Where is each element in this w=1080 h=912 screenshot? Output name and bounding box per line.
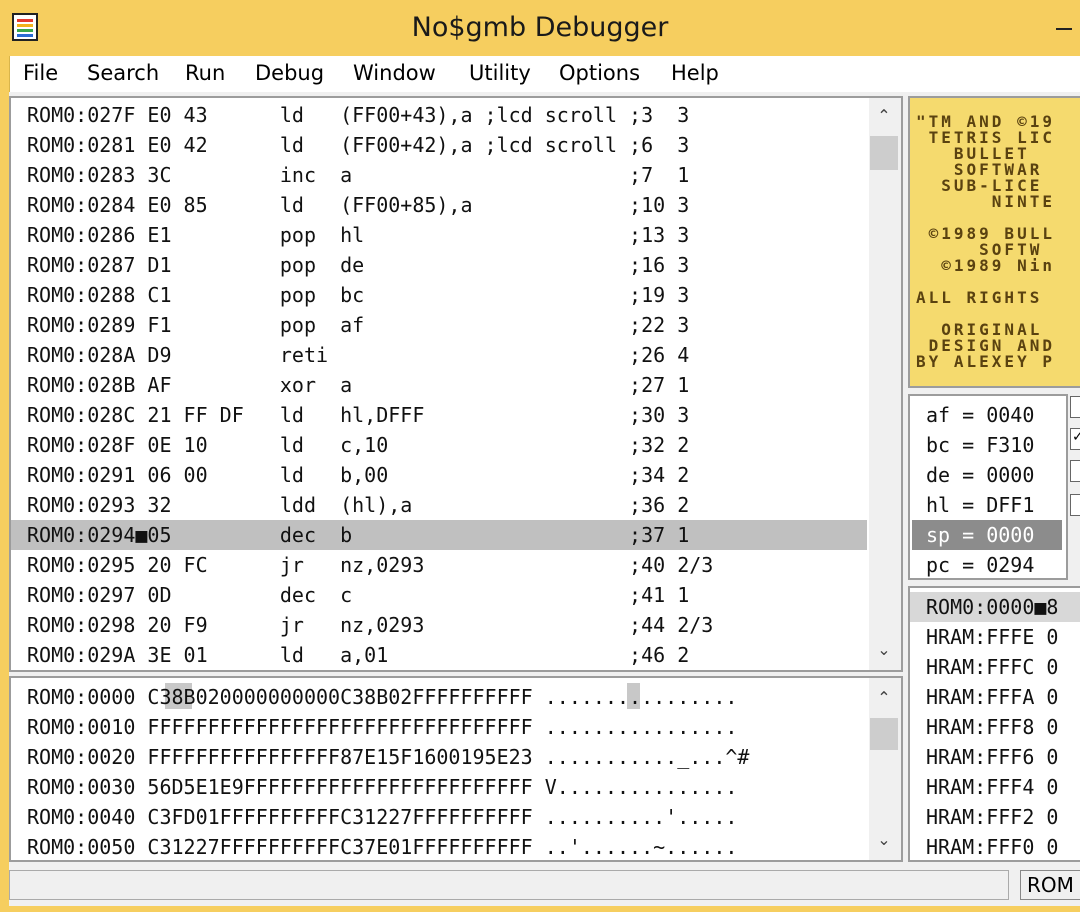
disasm-line[interactable]: ROM0:029A 3E 01 ld a,01 ;46 2 — [27, 640, 689, 670]
status-mode: ROM ( — [1020, 870, 1080, 900]
disasm-line[interactable]: ROM0:0289 F1 pop af ;22 3 — [27, 310, 689, 340]
scrollbar-thumb[interactable] — [870, 718, 898, 750]
stack-line[interactable]: HRAM:FFF2 0 — [926, 802, 1058, 832]
scrollbar-thumb[interactable] — [870, 136, 898, 170]
window-frame-bottom — [0, 906, 1080, 912]
register-hl[interactable]: hl = DFF1 — [926, 490, 1034, 520]
flag-h-checkbox[interactable] — [1070, 460, 1080, 482]
gameboy-screen: "TM AND ©19 TETRIS LIC BULLET SOFTWAR SU… — [908, 96, 1080, 388]
scroll-down-icon[interactable]: ⌄ — [869, 830, 899, 849]
stack-line[interactable]: HRAM:FFF0 0 — [926, 832, 1058, 860]
disasm-line[interactable]: ROM0:0284 E0 85 ld (FF00+85),a ;10 3 — [27, 190, 689, 220]
stack-line[interactable]: HRAM:FFF4 0 — [926, 772, 1058, 802]
disasm-line[interactable]: ROM0:0295 20 FC jr nz,0293 ;40 2/3 — [27, 550, 713, 580]
minimize-icon[interactable] — [1056, 28, 1072, 30]
disasm-line[interactable]: ROM0:0293 32 ldd (hl),a ;36 2 — [27, 490, 689, 520]
disasm-line[interactable]: ROM0:0286 E1 pop hl ;13 3 — [27, 220, 689, 250]
disasm-line[interactable]: ROM0:028C 21 FF DF ld hl,DFFF ;30 3 — [27, 400, 689, 430]
disasm-line[interactable]: ROM0:0297 0D dec c ;41 1 — [27, 580, 689, 610]
screen-text: BY ALEXEY P — [916, 352, 1055, 371]
disasm-scrollbar[interactable]: ⌃ ⌄ — [869, 98, 901, 670]
hexdump-line[interactable]: ROM0:0030 56D5E1E9FFFFFFFFFFFFFFFFFFFFFF… — [27, 772, 737, 802]
disasm-line[interactable]: ROM0:027F E0 43 ld (FF00+43),a ;lcd scro… — [27, 100, 689, 130]
window-frame-left — [0, 56, 9, 912]
menu-options[interactable]: Options — [559, 61, 640, 85]
disasm-line[interactable]: ROM0:028F 0E 10 ld c,10 ;32 2 — [27, 430, 689, 460]
register-de[interactable]: de = 0000 — [926, 460, 1034, 490]
hexdump-line[interactable]: ROM0:0050 C31227FFFFFFFFFFC37E01FFFFFFFF… — [27, 832, 737, 860]
title-bar: No$gmb Debugger — [0, 0, 1080, 56]
screen-text: NINTE — [916, 192, 1055, 211]
disasm-line[interactable]: ROM0:028A D9 reti ;26 4 — [27, 340, 689, 370]
stack-line[interactable]: HRAM:FFF6 0 — [926, 742, 1058, 772]
menu-file[interactable]: File — [23, 61, 58, 85]
disasm-line[interactable]: ROM0:0281 E0 42 ld (FF00+42),a ;lcd scro… — [27, 130, 689, 160]
hexdump-line[interactable]: ROM0:0020 FFFFFFFFFFFFFFFF87E15F1600195E… — [27, 742, 749, 772]
menu-help[interactable]: Help — [671, 61, 719, 85]
registers-panel[interactable]: af = 0040 bc = F310 de = 0000 hl = DFF1 … — [908, 394, 1068, 580]
register-bc[interactable]: bc = F310 — [926, 430, 1034, 460]
hexdump-line[interactable]: ROM0:0000 C38B020000000000C38B02FFFFFFFF… — [27, 682, 737, 712]
disasm-line[interactable]: ROM0:0283 3C inc a ;7 1 — [27, 160, 689, 190]
status-message — [9, 870, 1009, 900]
menu-search[interactable]: Search — [87, 61, 159, 85]
stack-line[interactable]: HRAM:FFFA 0 — [926, 682, 1058, 712]
checkmark-icon: ✓ — [1072, 429, 1080, 445]
screen-text: ALL RIGHTS — [916, 288, 1055, 307]
register-pc[interactable]: pc = 0294 — [926, 550, 1034, 578]
disasm-line[interactable]: ROM0:0288 C1 pop bc ;19 3 — [27, 280, 689, 310]
menu-debug[interactable]: Debug — [255, 61, 324, 85]
status-bar: ROM ( — [9, 868, 1080, 906]
disasm-line[interactable]: ROM0:0298 20 F9 jr nz,0293 ;44 2/3 — [27, 610, 713, 640]
menu-utility[interactable]: Utility — [469, 61, 531, 85]
disasm-line[interactable]: ROM0:028B AF xor a ;27 1 — [27, 370, 689, 400]
screen-text: ©1989 Nin — [916, 256, 1055, 275]
stack-line[interactable]: HRAM:FFF8 0 — [926, 712, 1058, 742]
disasm-line-current[interactable]: ROM0:0294■05 dec b ;37 1 — [27, 520, 689, 550]
disassembly-panel[interactable]: ROM0:027F E0 43 ld (FF00+43),a ;lcd scro… — [9, 96, 903, 672]
register-af[interactable]: af = 0040 — [926, 400, 1034, 430]
stack-line[interactable]: HRAM:FFFC 0 — [926, 652, 1058, 682]
stack-line[interactable]: HRAM:FFFE 0 — [926, 622, 1058, 652]
menu-run[interactable]: Run — [185, 61, 225, 85]
stack-panel[interactable]: ROM0:0000■8 HRAM:FFFE 0 HRAM:FFFC 0 HRAM… — [908, 586, 1080, 862]
register-sp[interactable]: sp = 0000 — [926, 520, 1034, 550]
memory-dump-panel[interactable]: ROM0:0000 C38B020000000000C38B02FFFFFFFF… — [9, 676, 903, 862]
window-title: No$gmb Debugger — [411, 12, 669, 43]
flag-n-checkbox[interactable]: ✓ — [1070, 428, 1080, 450]
disasm-line[interactable]: ROM0:0291 06 00 ld b,00 ;34 2 — [27, 460, 689, 490]
flag-z-checkbox[interactable] — [1070, 396, 1080, 418]
menu-window[interactable]: Window — [353, 61, 436, 85]
menu-bar: File Search Run Debug Window Utility Opt… — [9, 56, 1080, 92]
scroll-up-icon[interactable]: ⌃ — [869, 688, 899, 707]
scroll-up-icon[interactable]: ⌃ — [869, 106, 899, 125]
scroll-down-icon[interactable]: ⌄ — [869, 640, 899, 659]
hexdump-line[interactable]: ROM0:0010 FFFFFFFFFFFFFFFFFFFFFFFFFFFFFF… — [27, 712, 737, 742]
hexdump-scrollbar[interactable]: ⌃ ⌄ — [869, 678, 901, 860]
stack-line[interactable]: ROM0:0000■8 — [926, 592, 1058, 622]
flag-c-checkbox[interactable] — [1070, 494, 1080, 516]
disasm-line[interactable]: ROM0:0287 D1 pop de ;16 3 — [27, 250, 689, 280]
hexdump-line[interactable]: ROM0:0040 C3FD01FFFFFFFFFFC31227FFFFFFFF… — [27, 802, 737, 832]
